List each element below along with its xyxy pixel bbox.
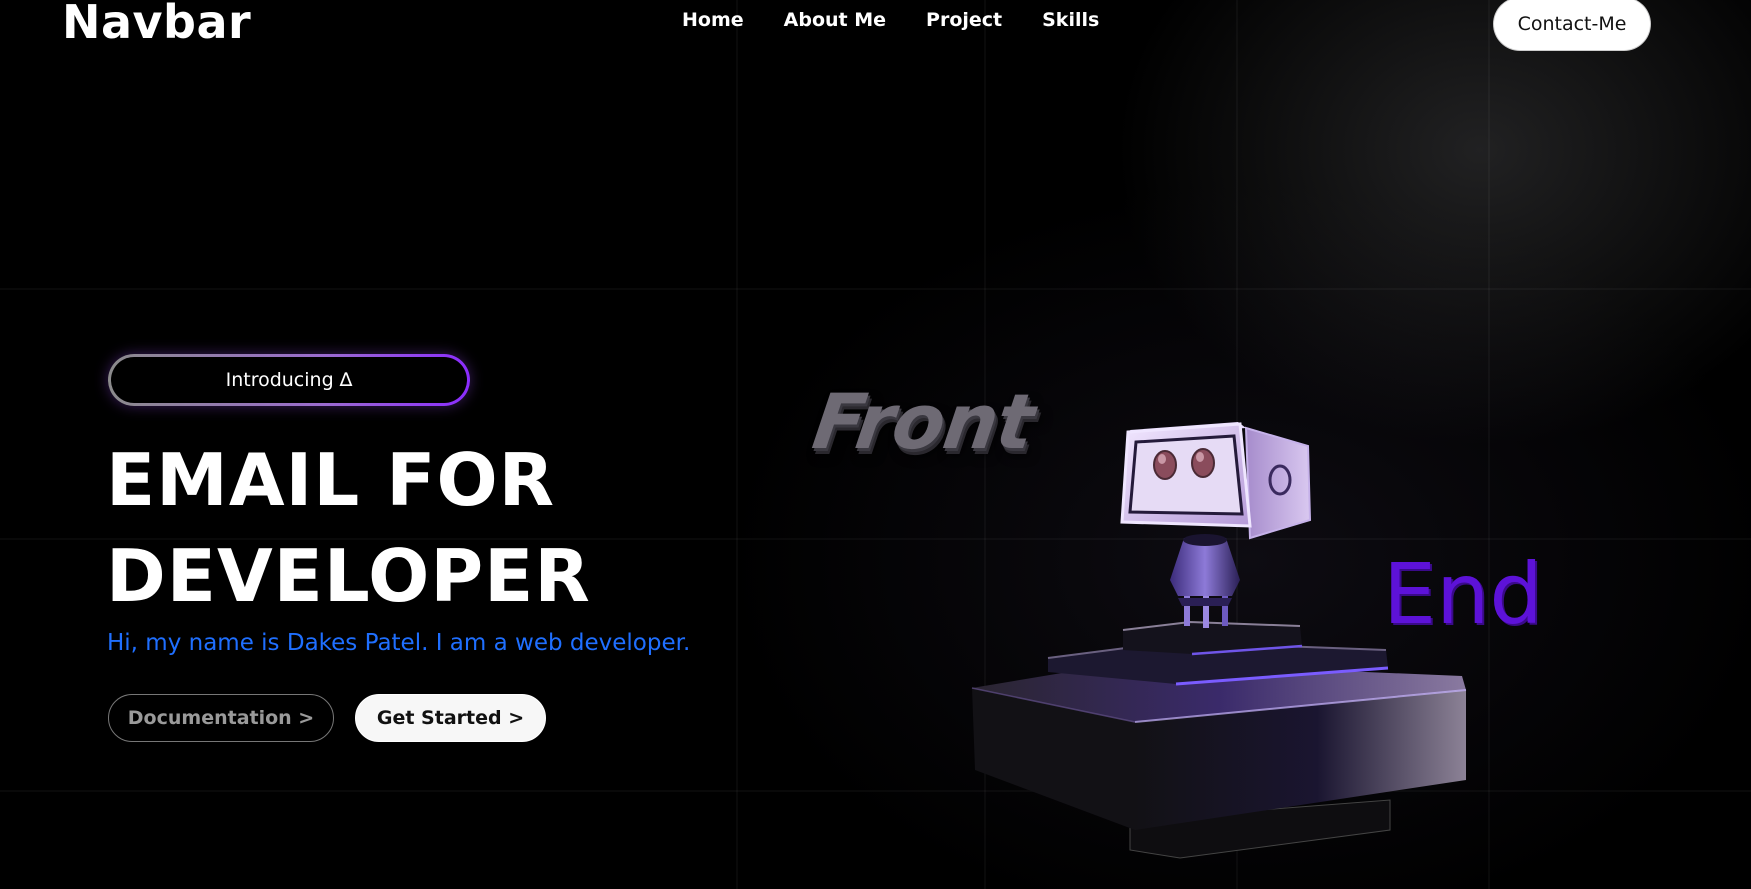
get-started-button[interactable]: Get Started > xyxy=(355,694,546,742)
grid-line xyxy=(0,288,1751,290)
nav-link-about-me[interactable]: About Me xyxy=(784,6,886,34)
nav-link-skills[interactable]: Skills xyxy=(1042,6,1099,34)
documentation-button[interactable]: Documentation > xyxy=(108,694,334,742)
robot-eye-left xyxy=(1153,450,1177,480)
robot-pedestal-illustration xyxy=(971,422,1467,859)
nav-link-home[interactable]: Home xyxy=(682,6,744,34)
hero-subtitle: Hi, my name is Dakes Patel. I am a web d… xyxy=(107,630,691,656)
robot-head-side xyxy=(1244,426,1312,540)
contact-me-button[interactable]: Contact-Me xyxy=(1494,0,1650,50)
headline-line-1: EMAIL FOR xyxy=(106,438,556,522)
main-nav: Home About Me Project Skills xyxy=(682,6,1139,34)
hero-headline: EMAIL FOR DEVELOPER xyxy=(106,432,806,624)
nav-link-project[interactable]: Project xyxy=(926,6,1002,34)
brand-logo[interactable]: Navbar xyxy=(62,0,251,52)
robot-neck xyxy=(1170,538,1240,596)
landing-page: Navbar Home About Me Project Skills Cont… xyxy=(0,0,1751,889)
robot-eye-right xyxy=(1191,448,1215,478)
headline-line-2: DEVELOPER xyxy=(106,534,591,618)
introducing-pill[interactable]: Introducing ∆ xyxy=(108,354,470,406)
